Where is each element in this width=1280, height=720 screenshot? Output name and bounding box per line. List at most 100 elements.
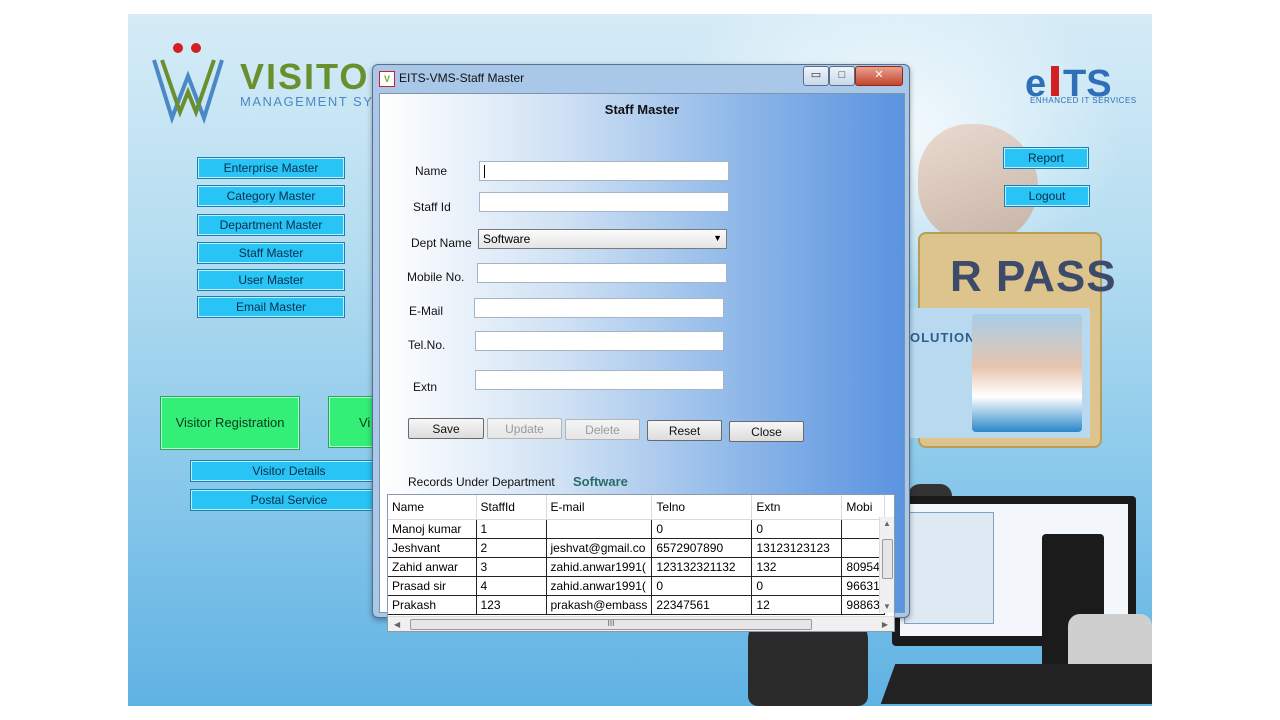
extn-label: Extn — [413, 380, 438, 394]
column-header-extn[interactable]: Extn — [751, 495, 843, 520]
tel-input[interactable] — [475, 331, 724, 351]
enterprise-master-button[interactable]: Enterprise Master — [197, 157, 345, 179]
scroll-right-icon[interactable]: ▶ — [882, 620, 888, 629]
extn-input[interactable] — [475, 370, 724, 390]
cell-staffid[interactable]: 3 — [476, 557, 547, 577]
visitor-details-button[interactable]: Visitor Details — [190, 460, 388, 482]
cell-staffid[interactable]: 1 — [476, 519, 547, 539]
table-row[interactable]: Prasad sir 4 zahid.anwar1991( 0 0 96631 — [388, 576, 885, 596]
keyboard-image — [880, 664, 1152, 704]
staff-master-dialog: V EITS-VMS-Staff Master ▭ □ ✕ Staff Mast… — [372, 64, 910, 632]
cell-email[interactable]: prakash@embass — [546, 595, 653, 615]
staff-grid[interactable]: Name StaffId E-mail Telno Extn Mobi Mano… — [387, 494, 895, 632]
close-window-button[interactable]: ✕ — [855, 66, 903, 86]
table-row[interactable]: Prakash 123 prakash@embass 22347561 12 9… — [388, 595, 885, 615]
postal-service-button[interactable]: Postal Service — [190, 489, 388, 511]
email-label: E-Mail — [409, 304, 444, 318]
dialog-client-area: Staff Master Name Staff Id Dept Name Sof… — [379, 93, 905, 632]
column-header-telno[interactable]: Telno — [651, 495, 753, 520]
staff-id-input[interactable] — [479, 192, 729, 212]
logout-button[interactable]: Logout — [1004, 185, 1090, 207]
cell-extn[interactable]: 132 — [751, 557, 843, 577]
reset-button[interactable]: Reset — [647, 420, 722, 441]
monitor-screen-window — [904, 512, 994, 624]
cell-staffid[interactable]: 4 — [476, 576, 547, 596]
scroll-up-icon[interactable]: ▲ — [883, 519, 891, 528]
form-heading: Staff Master — [604, 102, 680, 117]
horizontal-scroll-thumb[interactable]: III — [410, 619, 812, 630]
vertical-scrollbar[interactable]: ▲ ▼ — [879, 517, 894, 613]
cell-telno[interactable]: 6572907890 — [651, 538, 753, 558]
pass-headline: R PASS — [950, 252, 1117, 301]
minimize-button[interactable]: ▭ — [803, 66, 829, 86]
cell-mobile[interactable] — [841, 519, 885, 539]
department-master-button[interactable]: Department Master — [197, 214, 345, 236]
update-button[interactable]: Update — [487, 418, 562, 439]
scroll-down-icon[interactable]: ▼ — [883, 602, 891, 611]
cell-extn[interactable]: 0 — [751, 519, 843, 539]
cell-extn[interactable]: 12 — [751, 595, 843, 615]
cell-email[interactable]: zahid.anwar1991( — [546, 576, 653, 596]
records-department: Software — [573, 474, 628, 489]
close-button[interactable]: Close — [729, 421, 804, 442]
cell-telno[interactable]: 0 — [651, 519, 753, 539]
background-hand — [918, 124, 1038, 244]
visitor-registration-button[interactable]: Visitor Registration — [160, 396, 300, 450]
cell-mobile[interactable] — [841, 538, 885, 558]
records-label: Records Under Department — [408, 475, 555, 489]
horizontal-scrollbar[interactable]: ◀ III ▶ — [388, 616, 894, 631]
cell-name[interactable]: Zahid anwar — [388, 557, 477, 577]
cell-extn[interactable]: 0 — [751, 576, 843, 596]
table-row[interactable]: Manoj kumar 1 0 0 — [388, 519, 885, 539]
cell-staffid[interactable]: 2 — [476, 538, 547, 558]
report-button[interactable]: Report — [1003, 147, 1089, 169]
text-caret — [484, 165, 485, 178]
logo-subtitle: MANAGEMENT SYST — [240, 94, 394, 109]
app-icon: V — [379, 71, 395, 87]
table-row[interactable]: Jeshvant 2 jeshvat@gmail.co 6572907890 1… — [388, 538, 885, 558]
cell-mobile[interactable]: 98863 — [841, 595, 885, 615]
column-header-name[interactable]: Name — [388, 495, 477, 520]
cell-mobile[interactable]: 96631 — [841, 576, 885, 596]
cell-telno[interactable]: 123132321132 — [651, 557, 753, 577]
dialog-titlebar[interactable]: V EITS-VMS-Staff Master ▭ □ ✕ — [373, 65, 909, 91]
cell-telno[interactable]: 22347561 — [651, 595, 753, 615]
logo-title: VISITO — [240, 56, 370, 97]
mobile-label: Mobile No. — [407, 270, 465, 284]
delete-button[interactable]: Delete — [565, 419, 640, 440]
save-button[interactable]: Save — [408, 418, 484, 439]
email-master-button[interactable]: Email Master — [197, 296, 345, 318]
cell-name[interactable]: Jeshvant — [388, 538, 477, 558]
category-master-button[interactable]: Category Master — [197, 185, 345, 207]
cell-telno[interactable]: 0 — [651, 576, 753, 596]
cell-email[interactable] — [546, 519, 653, 539]
name-label: Name — [415, 164, 448, 178]
dept-name-label: Dept Name — [411, 236, 472, 250]
cell-mobile[interactable]: 80954 — [841, 557, 885, 577]
staff-table: Name StaffId E-mail Telno Extn Mobi Mano… — [388, 495, 885, 615]
scroll-left-icon[interactable]: ◀ — [394, 620, 400, 629]
mobile-input[interactable] — [477, 263, 727, 283]
cell-email[interactable]: zahid.anwar1991( — [546, 557, 653, 577]
dept-name-select[interactable]: Software ▼ — [478, 229, 727, 249]
maximize-button[interactable]: □ — [829, 66, 855, 86]
staff-id-label: Staff Id — [413, 200, 451, 214]
email-input[interactable] — [474, 298, 724, 318]
cell-email[interactable]: jeshvat@gmail.co — [546, 538, 653, 558]
cell-extn[interactable]: 13123123123 — [751, 538, 843, 558]
table-row[interactable]: Zahid anwar 3 zahid.anwar1991( 123132321… — [388, 557, 885, 577]
cell-name[interactable]: Manoj kumar — [388, 519, 477, 539]
vertical-scroll-thumb[interactable] — [882, 539, 893, 579]
pass-photo — [972, 314, 1082, 432]
vms-logo-icon — [152, 43, 224, 124]
user-master-button[interactable]: User Master — [197, 269, 345, 291]
cell-name[interactable]: Prakash — [388, 595, 477, 615]
column-header-email[interactable]: E-mail — [546, 495, 653, 520]
column-header-mobile[interactable]: Mobi — [841, 495, 885, 520]
name-input[interactable] — [479, 161, 729, 181]
eits-tagline: ENHANCED IT SERVICES — [1030, 96, 1137, 105]
cell-staffid[interactable]: 123 — [476, 595, 547, 615]
staff-master-button[interactable]: Staff Master — [197, 242, 345, 264]
cell-name[interactable]: Prasad sir — [388, 576, 477, 596]
column-header-staffid[interactable]: StaffId — [476, 495, 547, 520]
